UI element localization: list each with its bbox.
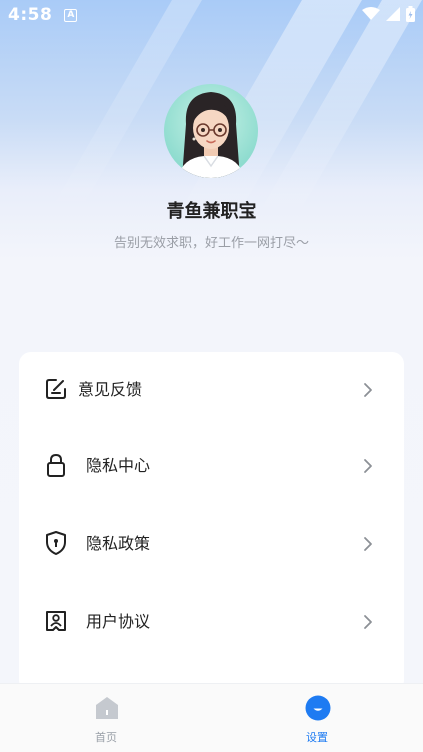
chevron-right-icon bbox=[364, 537, 372, 551]
battery-icon bbox=[406, 6, 415, 22]
status-bar: 4:58 A bbox=[0, 0, 423, 30]
bottom-tab-bar: 首页 设置 bbox=[0, 683, 423, 752]
settings-menu-card: 意见反馈 隐私中心 隐私政策 用户协议 bbox=[19, 352, 404, 692]
tab-home-label: 首页 bbox=[95, 731, 117, 744]
chevron-right-icon bbox=[364, 459, 372, 473]
app-slogan: 告别无效求职，好工作一网打尽～ bbox=[113, 236, 309, 251]
edit-icon bbox=[46, 379, 66, 399]
settings-icon bbox=[305, 695, 331, 721]
menu-item-privacy-center[interactable]: 隐私中心 bbox=[19, 434, 404, 494]
chevron-right-icon bbox=[364, 615, 372, 629]
menu-item-user-agreement[interactable]: 用户协议 bbox=[19, 590, 404, 650]
menu-label-feedback: 意见反馈 bbox=[78, 380, 143, 399]
lock-icon bbox=[47, 453, 65, 477]
app-name: 青鱼兼职宝 bbox=[166, 201, 257, 222]
avatar bbox=[164, 84, 258, 178]
home-icon bbox=[96, 697, 118, 719]
status-time: 4:58 bbox=[8, 5, 53, 25]
signal-icon bbox=[386, 7, 400, 21]
user-document-icon bbox=[46, 611, 66, 631]
wifi-icon bbox=[362, 7, 380, 20]
shield-icon bbox=[46, 531, 66, 555]
menu-label-privacy-center: 隐私中心 bbox=[86, 456, 151, 475]
chevron-right-icon bbox=[364, 383, 372, 397]
menu-item-feedback[interactable]: 意见反馈 bbox=[19, 358, 404, 418]
menu-label-user-agreement: 用户协议 bbox=[86, 612, 151, 631]
tab-settings-label: 设置 bbox=[306, 731, 328, 744]
tab-settings[interactable]: 设置 bbox=[247, 684, 387, 752]
tab-home[interactable]: 首页 bbox=[36, 684, 176, 752]
menu-label-privacy-policy: 隐私政策 bbox=[86, 534, 151, 553]
notification-a-icon: A bbox=[64, 8, 78, 22]
menu-item-privacy-policy[interactable]: 隐私政策 bbox=[19, 512, 404, 572]
